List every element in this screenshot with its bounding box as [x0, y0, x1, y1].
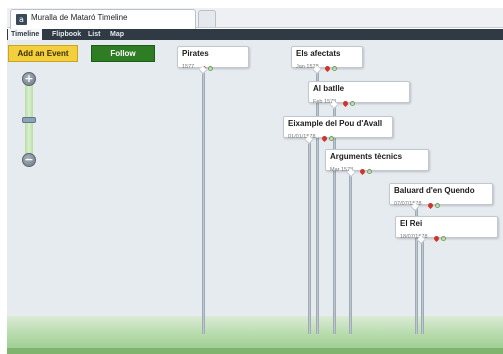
add-event-button[interactable]: Add an Event: [8, 45, 78, 62]
event-card[interactable]: Els afectats Jan 1578: [291, 46, 363, 73]
map-pin-icon: [432, 234, 441, 243]
tab-title: Muralla de Mataró Timeline: [31, 13, 128, 22]
app-frame: a Muralla de Mataró Timeline Timeline Fl…: [0, 0, 503, 354]
zoom-out-icon[interactable]: −: [22, 153, 36, 167]
event-date: 1577: [182, 64, 195, 70]
event-stem: [202, 68, 205, 334]
event-title: Baluard d'en Quendo: [394, 186, 475, 195]
event-stem: [421, 239, 424, 334]
browser-tab-strip: a Muralla de Mataró Timeline: [7, 8, 503, 29]
tab-timeline[interactable]: Timeline: [8, 29, 43, 40]
event-title: Els afectats: [296, 49, 341, 58]
map-pin-icon: [324, 64, 332, 73]
event-title: Al batlle: [313, 84, 345, 93]
map-pin-icon: [341, 99, 349, 108]
event-card[interactable]: Eixample del Pou d'Avall 01/01/1578: [283, 116, 393, 143]
zoom-in-icon[interactable]: +: [22, 72, 36, 86]
event-stem: [308, 133, 311, 334]
event-card[interactable]: El Rei 18/07/1578: [395, 216, 498, 243]
tab-flipbook[interactable]: Flipbook: [49, 29, 84, 40]
view-nav-bar: Timeline Flipbook List Map: [7, 29, 503, 40]
new-tab-button[interactable]: [198, 10, 216, 27]
event-title: El Rei: [400, 219, 423, 228]
comment-icon: [440, 236, 446, 241]
follow-button[interactable]: Follow: [91, 45, 155, 62]
event-title: Pirates: [182, 49, 209, 58]
comment-icon: [207, 66, 213, 71]
map-pin-icon: [358, 167, 366, 176]
app-favicon-icon: a: [16, 14, 27, 25]
comment-icon: [434, 203, 440, 208]
browser-tab[interactable]: a Muralla de Mataró Timeline: [10, 9, 196, 29]
tab-map[interactable]: Map: [107, 29, 127, 40]
zoom-slider-thumb[interactable]: [22, 117, 36, 123]
event-card[interactable]: Arguments tècnics Mar 1578: [325, 149, 429, 176]
comment-icon: [349, 101, 355, 106]
comment-icon: [366, 169, 372, 174]
event-stem: [349, 172, 352, 334]
comment-icon: [328, 136, 334, 141]
map-pin-icon: [426, 201, 435, 210]
comment-icon: [332, 66, 338, 71]
tab-list[interactable]: List: [85, 29, 103, 40]
event-card[interactable]: Pirates 1577: [177, 46, 249, 73]
event-card[interactable]: Baluard d'en Quendo 07/07/1578: [389, 183, 493, 210]
timeline-scrollbar[interactable]: [7, 348, 503, 354]
event-title: Arguments tècnics: [330, 152, 403, 161]
event-title: Eixample del Pou d'Avall: [288, 119, 383, 128]
map-pin-icon: [320, 134, 329, 143]
event-card[interactable]: Al batlle Feb 1578: [308, 81, 410, 108]
